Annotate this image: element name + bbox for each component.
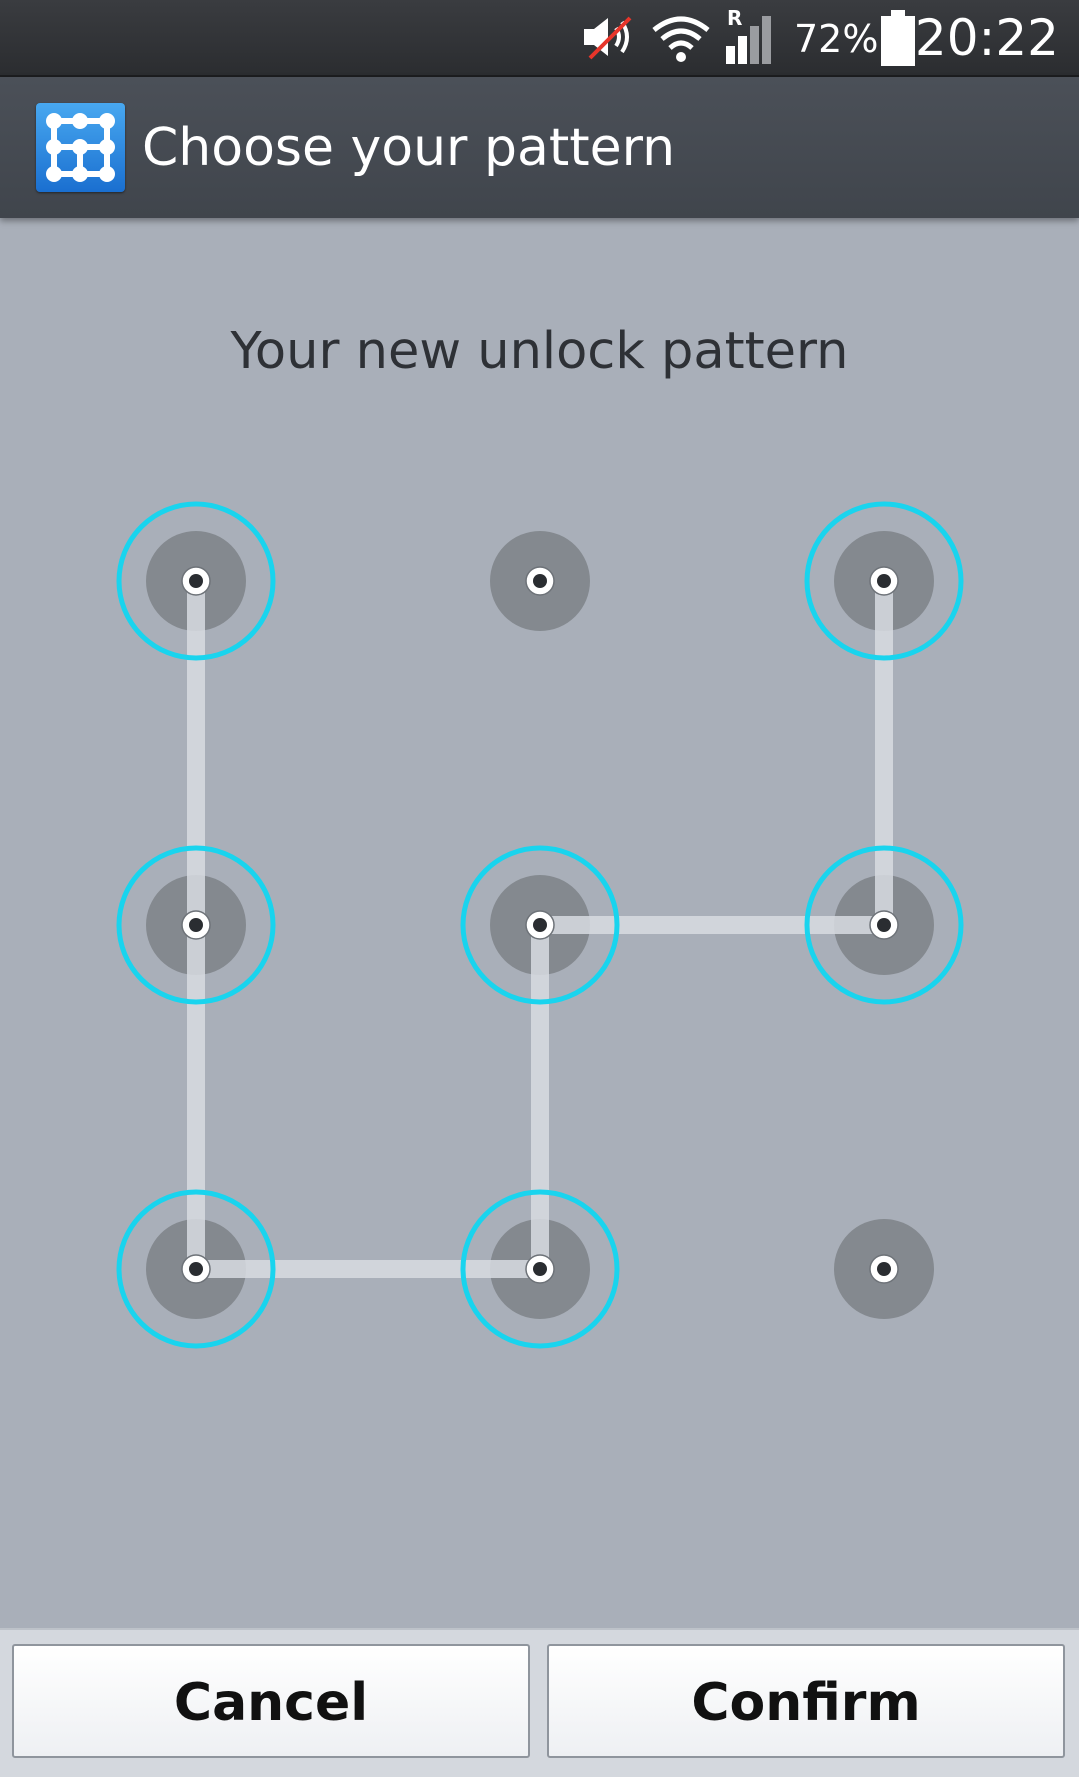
- pattern-knob-center-1: [189, 574, 203, 588]
- pattern-knob-center-7: [189, 1262, 203, 1276]
- pattern-knob-center-2: [533, 574, 547, 588]
- cancel-button[interactable]: Cancel: [12, 1644, 530, 1758]
- pattern-knob-center-9: [877, 1262, 891, 1276]
- confirm-button[interactable]: Confirm: [547, 1644, 1065, 1758]
- pattern-knob-center-4: [189, 918, 203, 932]
- pattern-knob-center-6: [877, 918, 891, 932]
- pattern-knob-center-5: [533, 918, 547, 932]
- button-bar: Cancel Confirm: [0, 1628, 1079, 1777]
- pattern-knob-center-3: [877, 574, 891, 588]
- pattern-grid[interactable]: [0, 0, 1079, 1620]
- pattern-knob-center-8: [533, 1262, 547, 1276]
